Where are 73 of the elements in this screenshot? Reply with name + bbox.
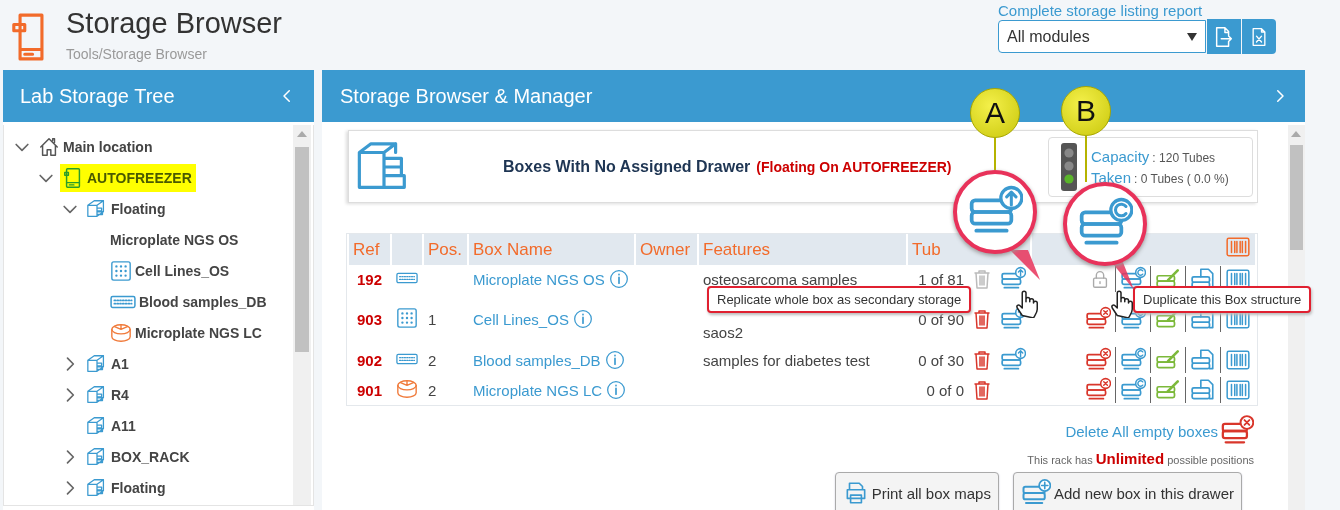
- features-text: osteosarcoma samples: [703, 270, 858, 288]
- info-icon[interactable]: [604, 350, 625, 370]
- column-header: Ref: [353, 239, 380, 259]
- tree-item[interactable]: Main location: [36, 132, 157, 161]
- column-header: Pos.: [428, 239, 463, 259]
- leader-line: [992, 138, 998, 170]
- ref-number: 903: [357, 310, 382, 328]
- copy-box-icon[interactable]: [1185, 377, 1216, 403]
- rack-note: This rack has Unlimited possible positions: [1027, 450, 1254, 467]
- capacity-text: Capacity : 120 Tubes: [1091, 147, 1217, 165]
- column-header: Features: [703, 239, 771, 259]
- dropdown-caret-icon: [1187, 32, 1197, 41]
- position: 1: [428, 310, 437, 328]
- tooltip: Replicate whole box as secondary storage: [707, 286, 972, 313]
- page-title: Storage Browser: [66, 6, 282, 40]
- scroll-thumb[interactable]: [295, 147, 309, 352]
- ref-number: 192: [357, 270, 382, 288]
- ref-number: 902: [357, 351, 382, 369]
- copy-box-icon[interactable]: [1185, 347, 1216, 373]
- features-text: samples for diabetes test: [703, 351, 870, 369]
- tree-item[interactable]: Microplate NGS OS: [108, 225, 243, 254]
- panel-title: Storage Browser & Manager: [340, 84, 593, 108]
- panel-title: Lab Storage Tree: [20, 84, 175, 108]
- add-box-button[interactable]: Add new box in this drawer: [1012, 472, 1242, 510]
- barcode-icon[interactable]: [1220, 347, 1251, 373]
- delete-box-icon[interactable]: [1085, 377, 1111, 403]
- column-header: Owner: [640, 239, 691, 259]
- info-icon[interactable]: [606, 380, 627, 400]
- module-select[interactable]: All modules: [998, 20, 1206, 53]
- tree-item[interactable]: Floating: [84, 473, 170, 502]
- drawer-title: Boxes With No Assigned Drawer: [503, 157, 751, 176]
- edit-box-icon[interactable]: [1150, 347, 1181, 373]
- round-box-icon: [396, 377, 418, 400]
- tree-item[interactable]: Floating: [84, 194, 170, 223]
- ref-number: 901: [357, 381, 382, 399]
- tube-count: 1 of 81: [917, 270, 964, 288]
- position: 2: [428, 381, 437, 399]
- tube-count: 0 of 90: [917, 310, 964, 328]
- tree-item[interactable]: AUTOFREEZER: [60, 163, 196, 192]
- tree-item[interactable]: A1: [84, 349, 133, 378]
- taken-text: Taken : 0 Tubes ( 0.0 %): [1091, 168, 1229, 186]
- barcode-icon[interactable]: [1220, 377, 1251, 403]
- column-header: Tub: [912, 239, 941, 259]
- tree-item[interactable]: Blood samples_DB: [108, 287, 271, 316]
- export-button[interactable]: [1207, 19, 1241, 54]
- tree-item[interactable]: A11: [84, 411, 140, 440]
- home-icon: [38, 135, 60, 158]
- edit-box-icon[interactable]: [1150, 377, 1181, 403]
- column-header: Box Name: [473, 239, 553, 259]
- tree-item[interactable]: Cell Lines_OS: [108, 256, 234, 285]
- grid-plate-icon: [396, 306, 418, 329]
- scrollbar[interactable]: [293, 125, 311, 505]
- excel-button[interactable]: [1242, 19, 1276, 54]
- tube-count: 0 of 0: [925, 381, 964, 399]
- drawer-subtitle: (Floating On AUTOFREEZER): [756, 158, 952, 175]
- round-box-icon: [110, 321, 132, 344]
- info-icon[interactable]: [572, 309, 593, 329]
- delete-box-icon[interactable]: [1085, 347, 1111, 373]
- leader-line: [1083, 136, 1089, 182]
- tube-count: 0 of 30: [917, 351, 964, 369]
- print-button[interactable]: Print all box maps: [834, 472, 999, 510]
- features-text: saos2: [703, 324, 744, 341]
- tree-item[interactable]: Microplate NGS LC: [108, 318, 266, 347]
- export-file-icon: [1213, 25, 1235, 48]
- tooltip: Duplicate this Box structure: [1133, 286, 1312, 313]
- position: 2: [428, 351, 437, 369]
- scroll-thumb[interactable]: [1290, 145, 1303, 250]
- tree-item[interactable]: R4: [84, 380, 133, 409]
- info-icon[interactable]: [608, 269, 629, 289]
- grid-plate-icon: [110, 259, 132, 282]
- breadcrumb: Tools/Storage Browser: [66, 46, 208, 62]
- tree-item[interactable]: BOX_RACK: [84, 442, 194, 471]
- delete-box-icon[interactable]: [1085, 306, 1111, 332]
